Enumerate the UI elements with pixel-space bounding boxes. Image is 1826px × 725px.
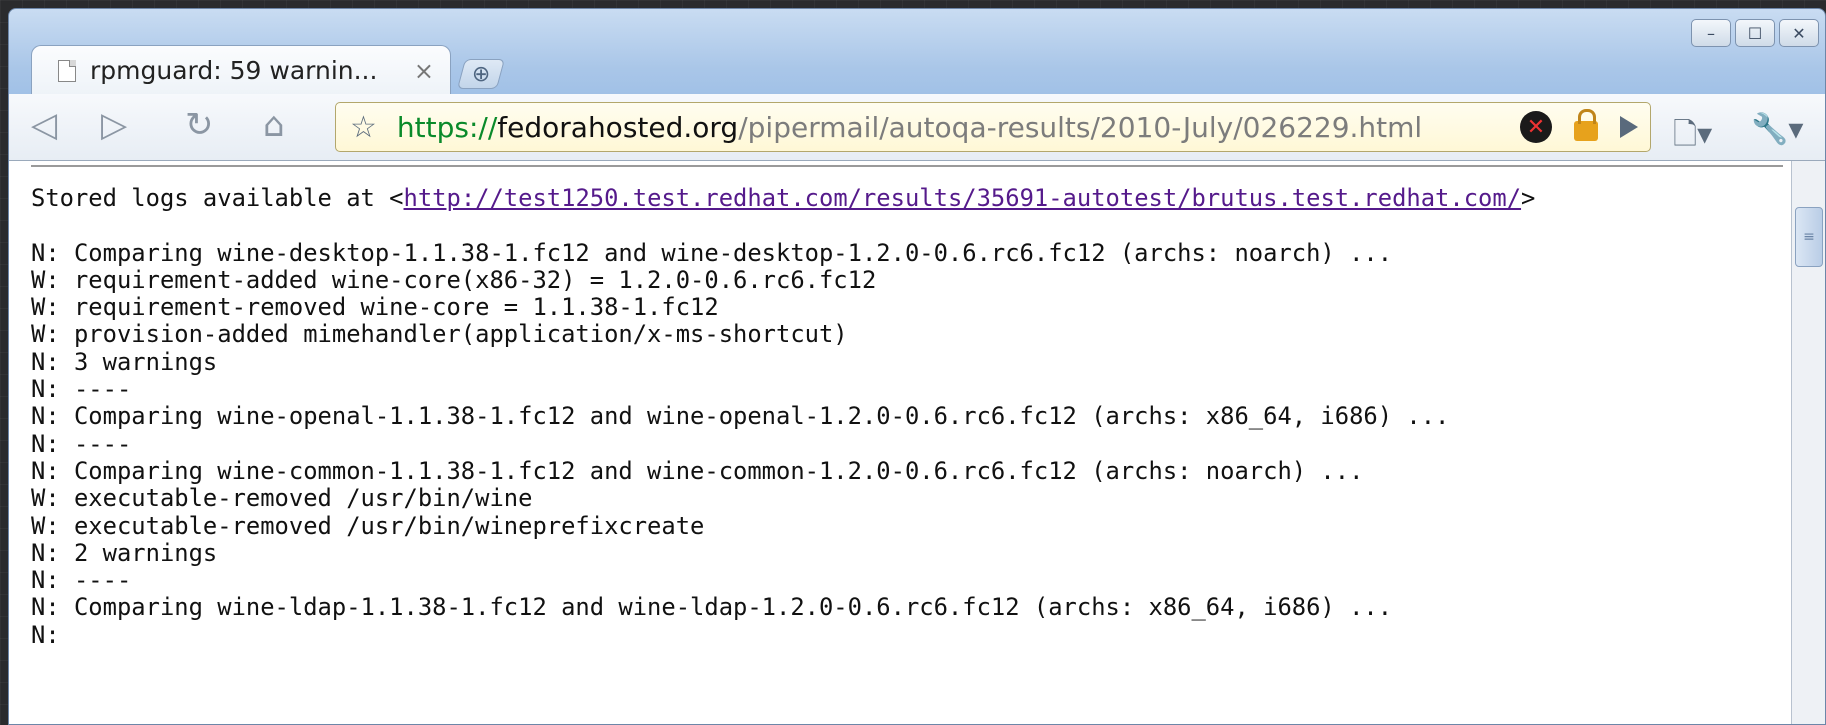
play-icon[interactable] <box>1620 116 1638 138</box>
log-line: W: executable-removed /usr/bin/wine <box>31 484 533 513</box>
address-bar[interactable]: ☆ https://fedorahosted.org/pipermail/aut… <box>335 102 1651 152</box>
horizontal-rule <box>31 165 1783 167</box>
new-tab-button[interactable]: ⊕ <box>456 59 506 89</box>
window-controls: – ☐ ✕ <box>1691 19 1819 47</box>
maximize-button[interactable]: ☐ <box>1735 19 1775 47</box>
page-icon <box>58 59 76 82</box>
browser-window: – ☐ ✕ rpmguard: 59 warnin... × ⊕ ◁ ▷ ↻ ⌂… <box>8 8 1826 725</box>
scrollbar-thumb[interactable]: ≡ <box>1795 207 1823 267</box>
log-line: N: Comparing wine-ldap-1.1.38-1.fc12 and… <box>31 593 1393 622</box>
minimize-button[interactable]: – <box>1691 19 1731 47</box>
log-line: N: Comparing wine-openal-1.1.38-1.fc12 a… <box>31 402 1450 431</box>
wrench-menu-icon[interactable]: 🔧▾ <box>1751 112 1803 147</box>
page-menu-icon[interactable]: 🗋▾ <box>1673 112 1712 163</box>
log-line: W: requirement-removed wine-core = 1.1.3… <box>31 293 719 322</box>
log-line: N: ---- <box>31 429 132 458</box>
tab-close-icon[interactable]: × <box>414 57 434 85</box>
log-line: W: provision-added mimehandler(applicati… <box>31 320 848 349</box>
back-icon[interactable]: ◁ <box>31 108 57 142</box>
stored-logs-link[interactable]: http://test1250.test.redhat.com/results/… <box>404 184 1522 212</box>
lock-icon[interactable] <box>1574 109 1598 141</box>
forward-icon[interactable]: ▷ <box>101 108 127 142</box>
log-line: W: executable-removed /usr/bin/wineprefi… <box>31 511 705 540</box>
home-icon[interactable]: ⌂ <box>263 108 285 142</box>
blocked-content-icon[interactable]: ✕ <box>1520 111 1552 143</box>
close-window-button[interactable]: ✕ <box>1779 19 1819 47</box>
browser-tab[interactable]: rpmguard: 59 warnin... × <box>31 45 451 95</box>
log-line: W: requirement-added wine-core(x86-32) =… <box>31 265 877 294</box>
log-text: Stored logs available at <http://test125… <box>31 184 1791 649</box>
log-line: N: ---- <box>31 566 132 595</box>
log-line: N: 2 warnings <box>31 538 218 567</box>
tab-title: rpmguard: 59 warnin... <box>90 56 378 85</box>
url-text[interactable]: https://fedorahosted.org/pipermail/autoq… <box>397 111 1422 144</box>
page-content: Stored logs available at <http://test125… <box>9 161 1791 724</box>
log-line: N: ---- <box>31 375 132 404</box>
address-bar-indicators: ✕ <box>1520 109 1638 143</box>
log-lines: N: Comparing wine-desktop-1.1.38-1.fc12 … <box>31 238 1791 649</box>
reload-icon[interactable]: ↻ <box>185 108 214 142</box>
star-icon[interactable]: ☆ <box>350 110 377 145</box>
plus-icon: ⊕ <box>471 61 491 87</box>
log-line: N: Comparing wine-common-1.1.38-1.fc12 a… <box>31 456 1364 485</box>
log-line: N: <box>31 620 60 649</box>
log-line: N: Comparing wine-desktop-1.1.38-1.fc12 … <box>31 238 1393 267</box>
vertical-scrollbar[interactable]: ≡ <box>1791 161 1825 724</box>
log-line: N: 3 warnings <box>31 347 218 376</box>
toolbar: ◁ ▷ ↻ ⌂ ☆ https://fedorahosted.org/piper… <box>9 94 1825 161</box>
